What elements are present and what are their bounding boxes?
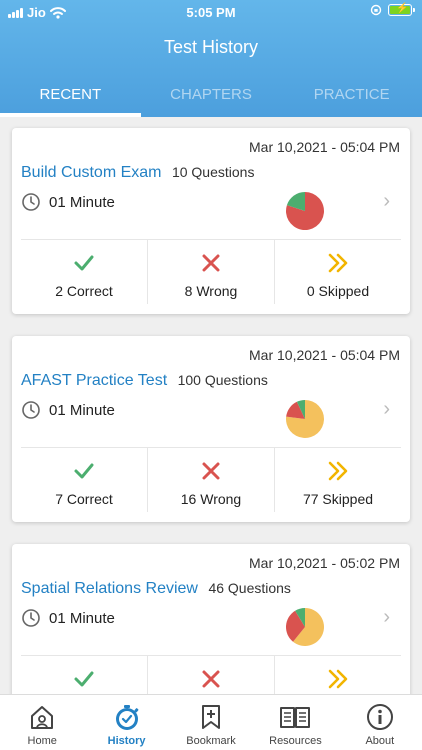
check-icon [74, 463, 94, 479]
nav-history[interactable]: History [84, 695, 168, 750]
nav-bookmark[interactable]: Bookmark [169, 695, 253, 750]
stat-correct [21, 656, 147, 694]
book-icon [280, 707, 311, 728]
tab-chapters[interactable]: CHAPTERS [141, 86, 282, 117]
clock-icon [22, 193, 40, 211]
home-icon [31, 706, 54, 729]
time-row: 01 Minute [21, 608, 115, 628]
orientation-lock-icon [370, 4, 382, 16]
result-stats: 2 Correct 8 Wrong 0 Skipped [21, 240, 401, 304]
stat-wrong: 8 Wrong [147, 240, 274, 304]
test-name: AFAST Practice Test [21, 372, 168, 389]
clock-icon [22, 401, 40, 419]
cross-icon [202, 462, 220, 480]
test-duration: 01 Minute [49, 609, 115, 627]
test-duration: 01 Minute [49, 401, 115, 419]
test-date: Mar 10,2021 - 05:04 PM [249, 139, 400, 155]
test-name: Build Custom Exam [21, 164, 162, 181]
clock-icon [22, 609, 40, 627]
tab-recent[interactable]: RECENT [0, 86, 141, 117]
bottom-nav: Home History Bookmark Resources About [0, 694, 422, 750]
cross-icon [202, 254, 220, 272]
cross-icon [202, 670, 220, 688]
nav-about-label: About [365, 735, 395, 747]
nav-resources-label: Resources [269, 735, 322, 747]
test-name-row: Build Custom Exam 10 Questions [21, 164, 254, 182]
test-name-row: Spatial Relations Review 46 Questions [21, 580, 291, 598]
result-pie-chart [286, 608, 324, 646]
test-history-list[interactable]: Mar 10,2021 - 05:04 PM Build Custom Exam… [0, 117, 422, 694]
battery-icon: ⚡ [388, 3, 415, 16]
nav-home-label: Home [27, 735, 57, 747]
wrong-count: 8 Wrong [184, 283, 238, 299]
nav-home[interactable]: Home [0, 695, 84, 750]
tab-bar: RECENT CHAPTERS PRACTICE [0, 86, 422, 117]
test-name: Spatial Relations Review [21, 580, 198, 597]
nav-resources[interactable]: Resources [253, 695, 337, 750]
time-row: 01 Minute [21, 192, 115, 212]
chevron-right-icon[interactable]: › [383, 398, 390, 421]
skip-icon [328, 253, 348, 273]
test-duration: 01 Minute [49, 193, 115, 211]
stopwatch-icon [115, 705, 139, 730]
time-row: 01 Minute [21, 400, 115, 420]
test-date: Mar 10,2021 - 05:04 PM [249, 347, 400, 363]
question-count: 10 Questions [171, 164, 255, 180]
chevron-right-icon[interactable]: › [383, 190, 390, 213]
status-time: 5:05 PM [186, 5, 236, 20]
nav-about[interactable]: About [338, 695, 422, 750]
test-date: Mar 10,2021 - 05:02 PM [249, 555, 400, 571]
question-count: 46 Questions [208, 580, 291, 596]
info-icon [366, 704, 393, 730]
check-icon [74, 255, 94, 271]
stat-wrong: 16 Wrong [147, 448, 274, 512]
tab-practice[interactable]: PRACTICE [281, 86, 422, 117]
correct-count: 2 Correct [55, 283, 113, 299]
result-stats: 7 Correct 16 Wrong 77 Skipped [21, 448, 401, 512]
skipped-count: 77 Skipped [302, 491, 374, 507]
result-stats [21, 656, 401, 694]
question-count: 100 Questions [177, 372, 268, 388]
correct-count: 7 Correct [55, 491, 113, 507]
result-pie-chart [286, 400, 324, 438]
chevron-right-icon[interactable]: › [383, 606, 390, 629]
stat-skipped: 0 Skipped [274, 240, 401, 304]
stat-skipped: 77 Skipped [274, 448, 401, 512]
stat-correct: 2 Correct [21, 240, 147, 304]
page-title: Test History [163, 37, 259, 57]
test-history-card[interactable]: Mar 10,2021 - 05:04 PM Build Custom Exam… [12, 128, 410, 314]
nav-bookmark-label: Bookmark [186, 735, 236, 747]
stat-wrong [147, 656, 274, 694]
status-bar: Jio 5:05 PM ⚡ [0, 0, 422, 24]
skip-icon [328, 461, 348, 481]
stat-skipped [274, 656, 401, 694]
result-pie-chart [286, 192, 324, 230]
test-history-card[interactable]: Mar 10,2021 - 05:02 PM Spatial Relations… [12, 544, 410, 694]
wrong-count: 16 Wrong [180, 491, 242, 507]
app-header: Jio 5:05 PM ⚡ Test History RECENT CHAPTE… [0, 0, 422, 117]
nav-history-label: History [107, 735, 146, 747]
skipped-count: 0 Skipped [306, 283, 370, 299]
test-name-row: AFAST Practice Test 100 Questions [21, 372, 268, 390]
test-history-card[interactable]: Mar 10,2021 - 05:04 PM AFAST Practice Te… [12, 336, 410, 522]
skip-icon [328, 669, 348, 689]
stat-correct: 7 Correct [21, 448, 147, 512]
bookmark-icon [202, 705, 221, 729]
check-icon [74, 671, 94, 687]
